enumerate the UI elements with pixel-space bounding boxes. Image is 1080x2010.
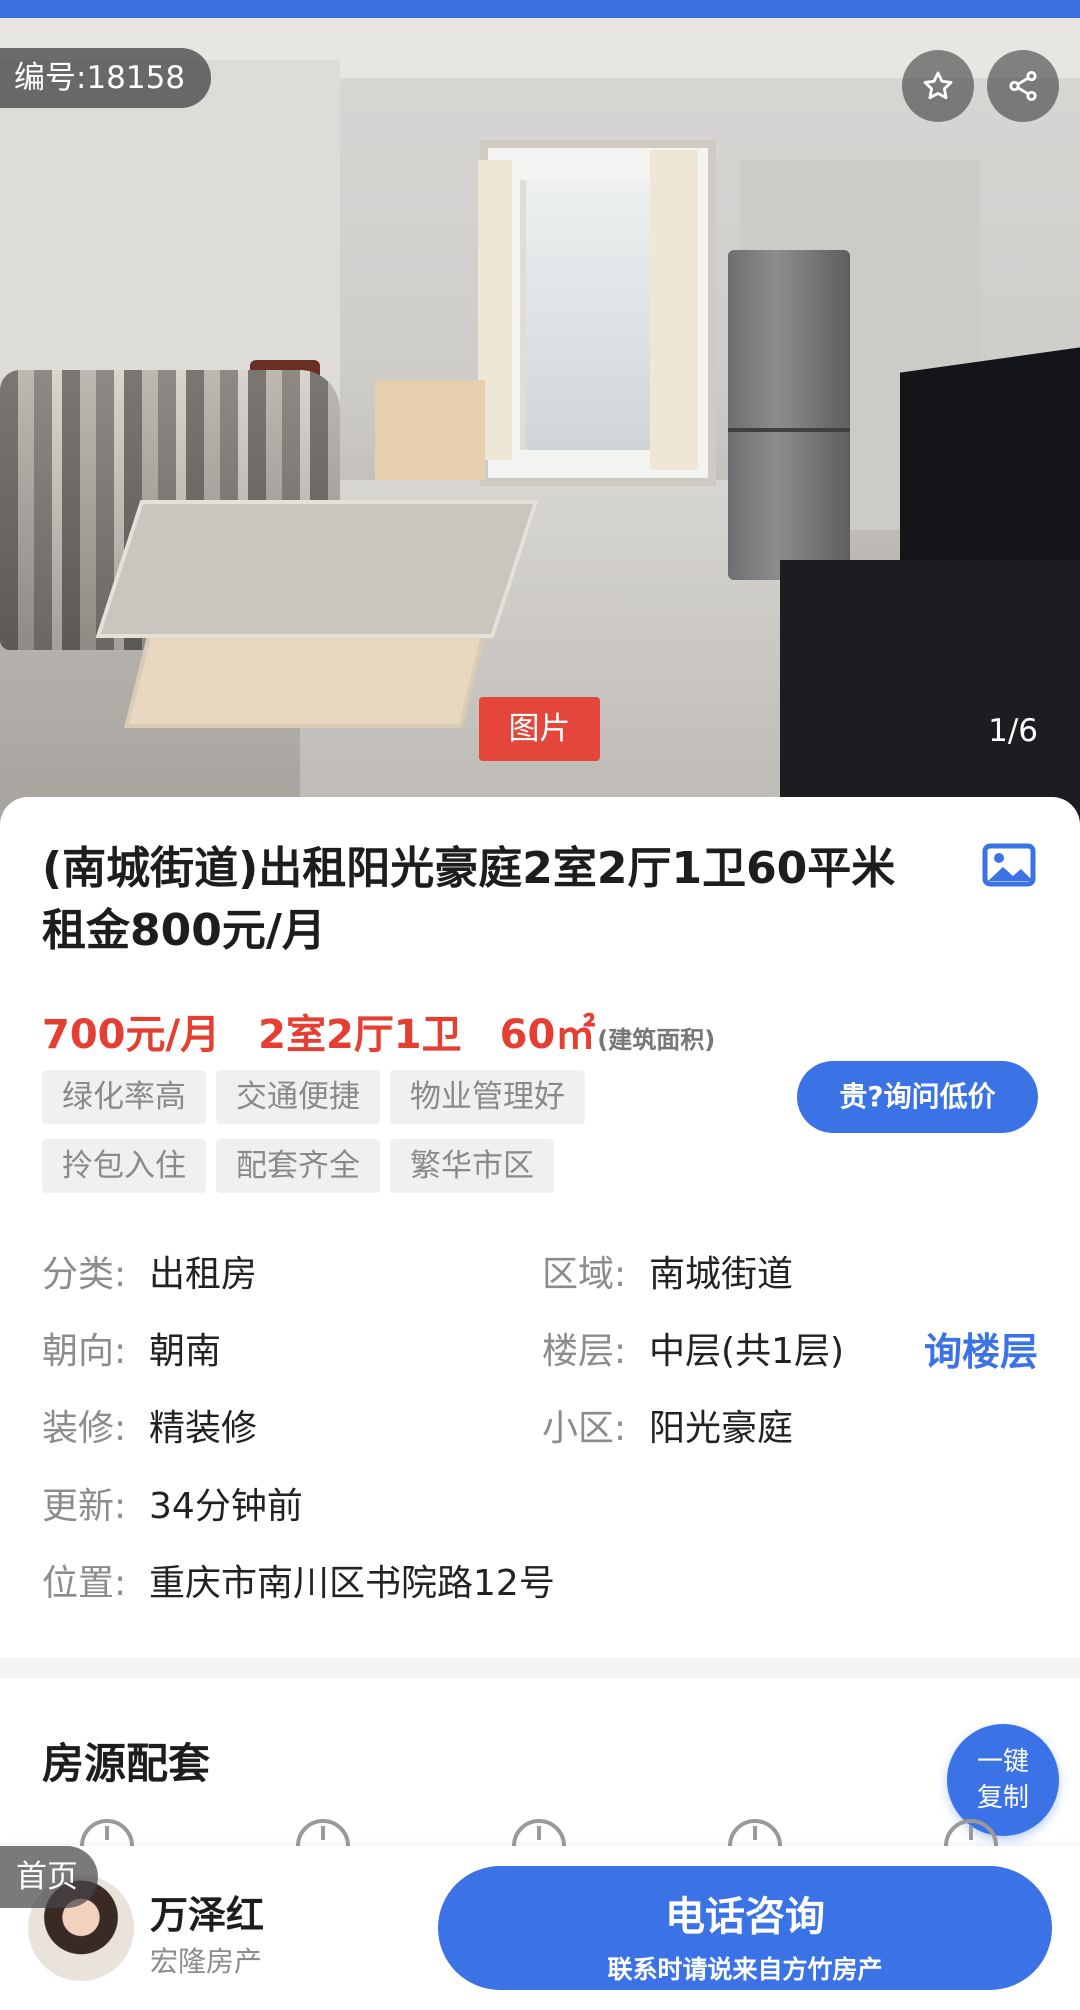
price-summary: 700元/月 2室2厅1卫 60㎡(建筑面积) bbox=[42, 1002, 715, 1060]
area-note: (建筑面积) bbox=[597, 1026, 716, 1054]
detail-value: 中层(共1层) bbox=[649, 1331, 845, 1372]
amenity-icon bbox=[512, 1819, 566, 1846]
detail-value: 南城街道 bbox=[649, 1254, 794, 1295]
detail-label: 楼层: bbox=[542, 1331, 627, 1372]
detail-floor: 楼层: 中层(共1层) bbox=[542, 1322, 844, 1374]
detail-orientation: 朝向: 朝南 bbox=[42, 1322, 221, 1374]
ask-lower-price-button[interactable]: 贵?询问低价 bbox=[797, 1061, 1038, 1133]
detail-location: 位置: 重庆市南川区书院路12号 bbox=[42, 1554, 555, 1606]
amenity-icon bbox=[80, 1819, 134, 1846]
detail-value: 精装修 bbox=[149, 1408, 258, 1449]
detail-label: 分类: bbox=[42, 1254, 127, 1295]
star-icon bbox=[923, 71, 953, 100]
listing-id-badge: 编号:18158 bbox=[0, 48, 212, 108]
amenity-icon bbox=[944, 1819, 998, 1846]
feature-tag: 交通便捷 bbox=[216, 1070, 380, 1124]
amenity-icon bbox=[296, 1819, 350, 1846]
room-layout: 2室2厅1卫 bbox=[258, 1012, 462, 1058]
feature-tag: 绿化率高 bbox=[42, 1070, 206, 1124]
detail-updated: 更新: 34分钟前 bbox=[42, 1477, 303, 1529]
photo-tv-stand bbox=[780, 560, 1080, 830]
detail-value: 阳光豪庭 bbox=[649, 1408, 794, 1449]
detail-value: 朝南 bbox=[149, 1331, 222, 1372]
detail-value: 出租房 bbox=[149, 1254, 258, 1295]
rent-price: 700元/月 bbox=[42, 1012, 221, 1058]
call-button-sublabel: 联系时请说来自方竹房产 bbox=[607, 1955, 883, 1984]
top-status-strip bbox=[0, 0, 1080, 18]
photo-fridge-seam bbox=[728, 428, 850, 432]
home-button[interactable]: 首页 bbox=[0, 1846, 98, 1908]
agent-company: 宏隆房产 bbox=[150, 1945, 263, 1978]
photo-tab-button[interactable]: 图片 bbox=[479, 697, 600, 761]
section-divider bbox=[0, 1658, 1080, 1678]
feature-tag: 配套齐全 bbox=[216, 1139, 380, 1193]
photo-curtain bbox=[650, 150, 698, 470]
share-button[interactable] bbox=[987, 50, 1059, 122]
detail-category: 分类: 出租房 bbox=[42, 1245, 257, 1297]
photo-coffee-table bbox=[95, 500, 539, 638]
detail-value: 重庆市南川区书院路12号 bbox=[149, 1563, 555, 1604]
copy-button-line: 复制 bbox=[976, 1783, 1029, 1813]
feature-tags: 绿化率高 交通便捷 物业管理好 拎包入住 配套齐全 繁华市区 bbox=[42, 1070, 742, 1208]
detail-label: 更新: bbox=[42, 1486, 127, 1527]
detail-label: 装修: bbox=[42, 1408, 127, 1449]
gallery-button[interactable] bbox=[982, 843, 1036, 887]
detail-value: 34分钟前 bbox=[149, 1486, 303, 1527]
feature-tag: 繁华市区 bbox=[390, 1139, 554, 1193]
detail-label: 位置: bbox=[42, 1563, 127, 1604]
image-icon bbox=[982, 843, 1036, 887]
floor-area: 60㎡ bbox=[499, 1012, 596, 1058]
share-icon bbox=[1009, 70, 1037, 102]
detail-community: 小区: 阳光豪庭 bbox=[542, 1399, 793, 1451]
detail-label: 朝向: bbox=[42, 1331, 127, 1372]
amenity-icon bbox=[728, 1819, 782, 1846]
copy-button-line: 一键 bbox=[976, 1747, 1029, 1777]
listing-title: (南城街道)出租阳光豪庭2室2厅1卫60平米 租金800元/月 bbox=[42, 843, 896, 956]
photo-counter: 1/6 bbox=[988, 713, 1038, 749]
photo-desk bbox=[375, 380, 485, 480]
favorite-button[interactable] bbox=[902, 50, 974, 122]
feature-tag: 拎包入住 bbox=[42, 1139, 206, 1193]
detail-label: 小区: bbox=[542, 1408, 627, 1449]
ask-floor-link[interactable]: 询楼层 bbox=[924, 1321, 1038, 1376]
photo-fridge bbox=[728, 250, 850, 580]
detail-label: 区域: bbox=[542, 1254, 627, 1295]
phone-consult-button[interactable]: 电话咨询 联系时请说来自方竹房产 bbox=[438, 1866, 1052, 1990]
feature-tag: 物业管理好 bbox=[390, 1070, 585, 1124]
agent-name: 万泽红 bbox=[150, 1893, 265, 1937]
amenities-title: 房源配套 bbox=[42, 1739, 211, 1788]
call-button-label: 电话咨询 bbox=[665, 1894, 825, 1940]
detail-region: 区域: 南城街道 bbox=[542, 1245, 793, 1297]
detail-decoration: 装修: 精装修 bbox=[42, 1399, 257, 1451]
